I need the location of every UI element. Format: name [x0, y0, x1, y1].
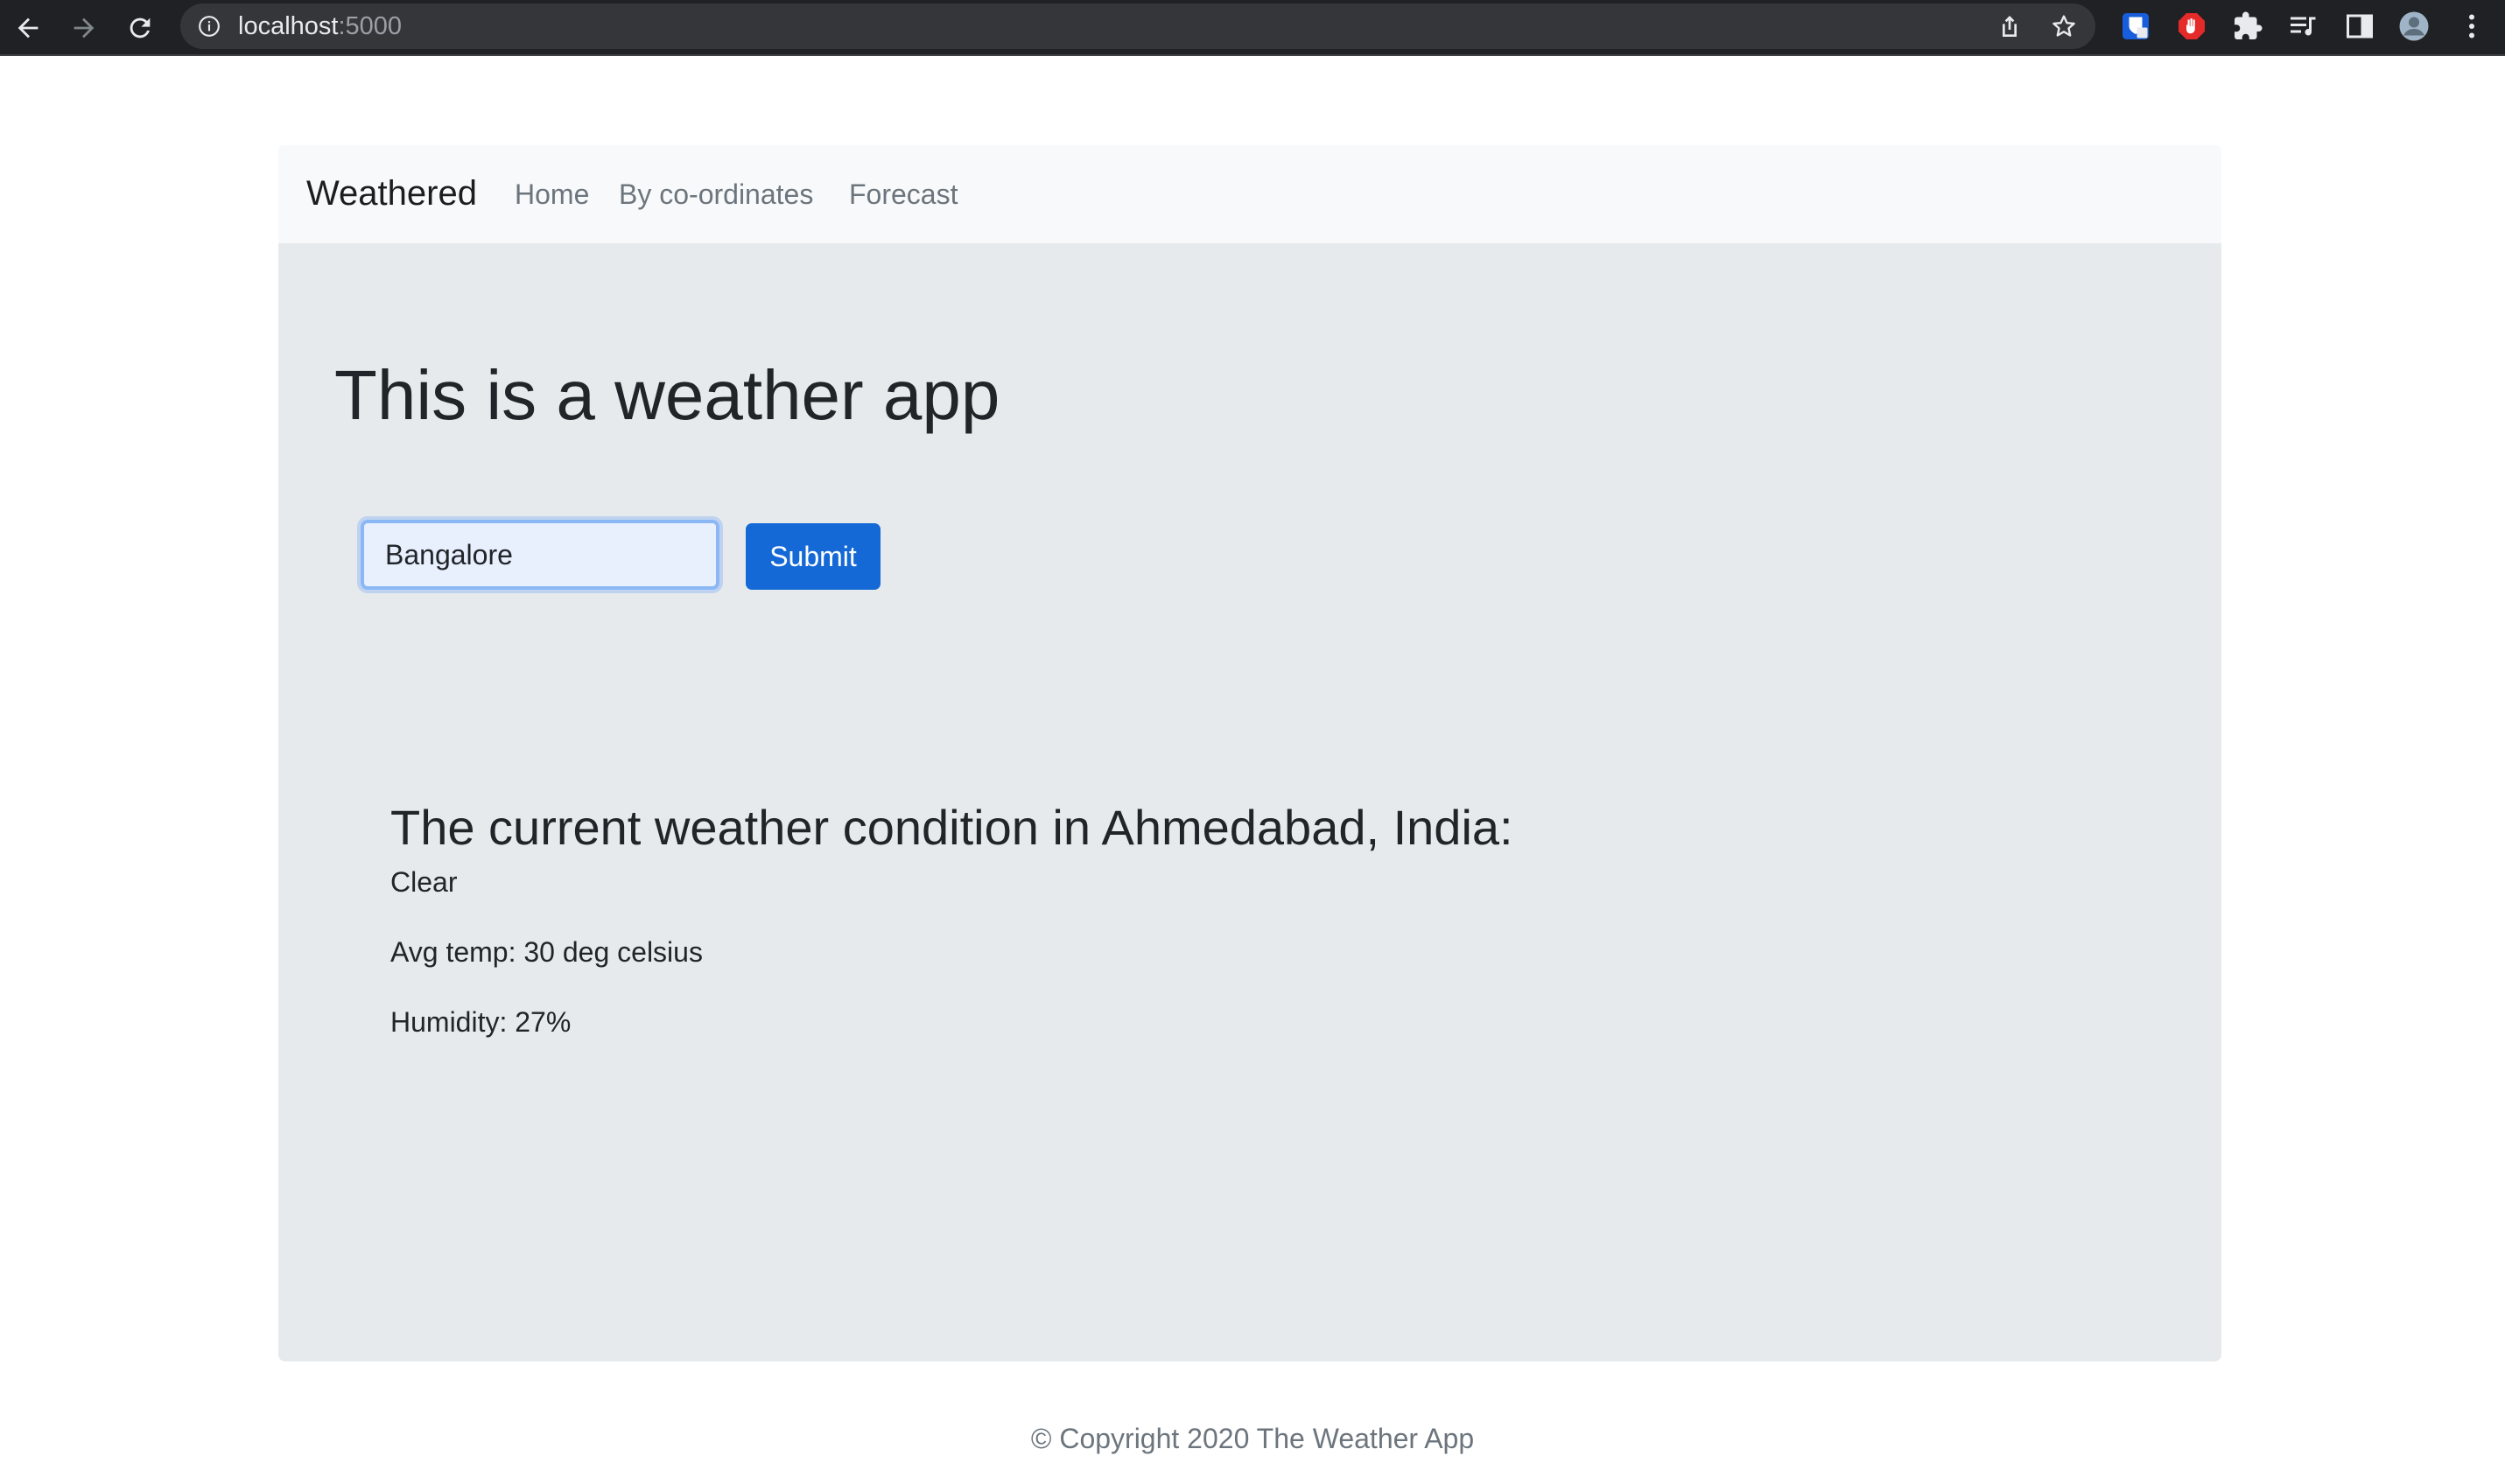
- star-icon[interactable]: [2050, 12, 2078, 40]
- forward-button[interactable]: [63, 7, 105, 49]
- back-button[interactable]: [7, 7, 49, 49]
- browser-toolbar: localhost:5000: [0, 0, 2505, 56]
- share-icon[interactable]: [1996, 12, 2024, 40]
- nav-link-by-coordinates[interactable]: By co-ordinates: [619, 177, 813, 212]
- site-navbar: Weathered Home By co-ordinates Forecast: [278, 145, 2221, 243]
- footer-copyright: © Copyright 2020 The Weather App: [1030, 1423, 1475, 1454]
- nav-link-home[interactable]: Home: [515, 177, 589, 212]
- url-host: localhost: [238, 12, 339, 40]
- reload-icon: [130, 18, 151, 38]
- bitwarden-extension-icon[interactable]: [2118, 9, 2153, 44]
- arrow-right-icon: [74, 18, 95, 38]
- info-icon[interactable]: [198, 15, 221, 38]
- url-text: localhost:5000: [238, 12, 402, 40]
- adblock-extension-icon[interactable]: [2174, 9, 2209, 44]
- arrow-left-icon: [18, 18, 39, 38]
- weather-condition: Clear: [390, 866, 458, 898]
- kebab-menu-icon[interactable]: [2454, 9, 2489, 44]
- puzzle-icon[interactable]: [2230, 9, 2265, 44]
- submit-button[interactable]: Submit: [746, 523, 881, 590]
- weather-result: The current weather condition in Ahmedab…: [390, 798, 2053, 1040]
- navbar-brand[interactable]: Weathered: [306, 172, 477, 215]
- weather-result-title: The current weather condition in Ahmedab…: [390, 800, 1513, 855]
- media-queue-icon[interactable]: [2286, 9, 2321, 44]
- weather-temperature: Avg temp: 30 deg celsius: [390, 936, 703, 968]
- city-search-input[interactable]: [361, 520, 719, 590]
- weather-humidity: Humidity: 27%: [390, 1006, 572, 1038]
- url-port: :5000: [338, 12, 403, 40]
- main-jumbotron: This is a weather app Submit The current…: [278, 243, 2221, 1362]
- page-title: This is a weather app: [334, 356, 1000, 434]
- side-panel-icon[interactable]: [2342, 9, 2377, 44]
- address-bar[interactable]: localhost:5000: [180, 4, 2095, 49]
- reload-button[interactable]: [119, 7, 161, 49]
- nav-link-forecast[interactable]: Forecast: [849, 177, 958, 212]
- profile-avatar[interactable]: [2396, 9, 2431, 44]
